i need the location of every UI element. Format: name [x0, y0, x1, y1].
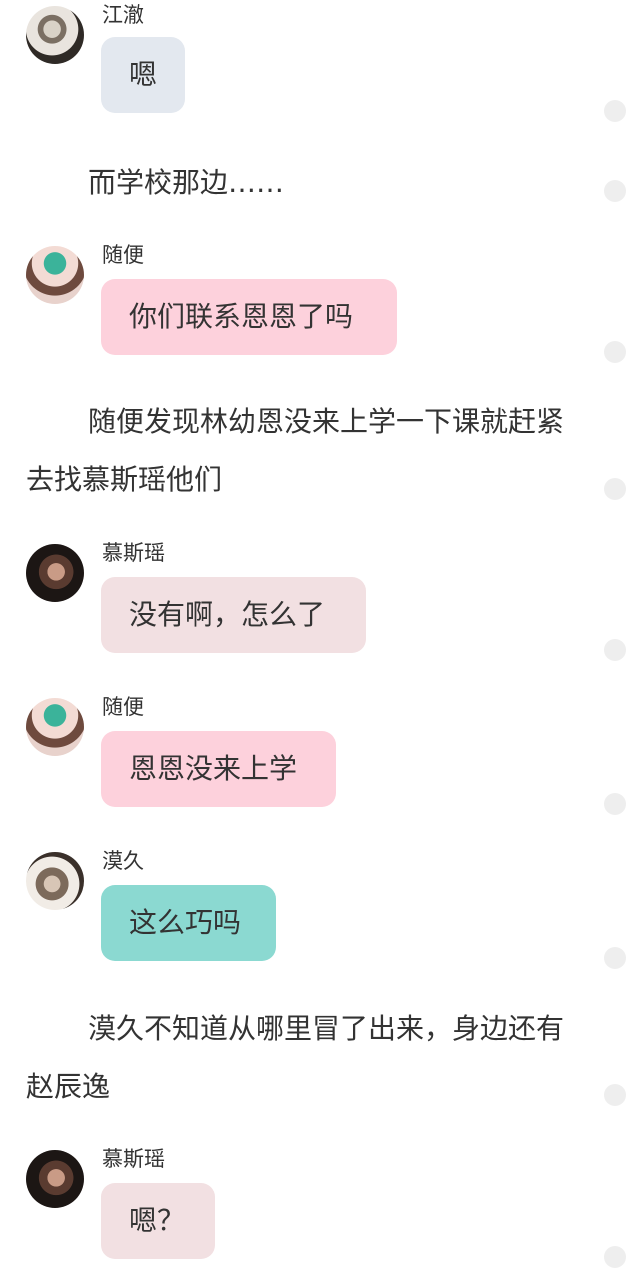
comment-dot-icon[interactable] [604, 341, 626, 363]
avatar-suibian[interactable] [26, 246, 84, 304]
avatar-jiangche[interactable] [26, 6, 84, 64]
comment-dot-icon[interactable] [604, 478, 626, 500]
narration-text: 随便发现林幼恩没来上学一下课就赶紧去找慕斯瑶他们 [26, 405, 565, 496]
sender-name: 慕斯瑶 [102, 1147, 165, 1171]
comment-dot-icon[interactable] [604, 1084, 626, 1106]
sender-name: 随便 [102, 695, 144, 719]
sender-name: 慕斯瑶 [102, 541, 165, 565]
comment-dot-icon[interactable] [604, 639, 626, 661]
sender-name: 江澈 [102, 3, 144, 27]
message-bubble[interactable]: 没有啊，怎么了 [101, 577, 366, 653]
comment-dot-icon[interactable] [604, 947, 626, 969]
comment-dot-icon[interactable] [604, 180, 626, 202]
avatar-mojiu[interactable] [26, 852, 84, 910]
sender-name: 随便 [102, 243, 144, 267]
sender-name: 漠久 [102, 849, 144, 873]
message-bubble[interactable]: 这么巧吗 [101, 885, 276, 961]
message-bubble[interactable]: 嗯？ [101, 1183, 215, 1259]
narration-text: 漠久不知道从哪里冒了出来，身边还有赵辰逸 [26, 1012, 565, 1103]
avatar-musiyao[interactable] [26, 544, 84, 602]
message-bubble[interactable]: 恩恩没来上学 [101, 731, 336, 807]
message-bubble[interactable]: 嗯 [101, 37, 185, 113]
comment-dot-icon[interactable] [604, 1246, 626, 1268]
message-bubble[interactable]: 你们联系恩恩了吗 [101, 279, 397, 355]
comment-dot-icon[interactable] [604, 100, 626, 122]
avatar-suibian[interactable] [26, 698, 84, 756]
comment-dot-icon[interactable] [604, 793, 626, 815]
avatar-musiyao[interactable] [26, 1150, 84, 1208]
narration-text: 而学校那边…… [88, 166, 285, 199]
